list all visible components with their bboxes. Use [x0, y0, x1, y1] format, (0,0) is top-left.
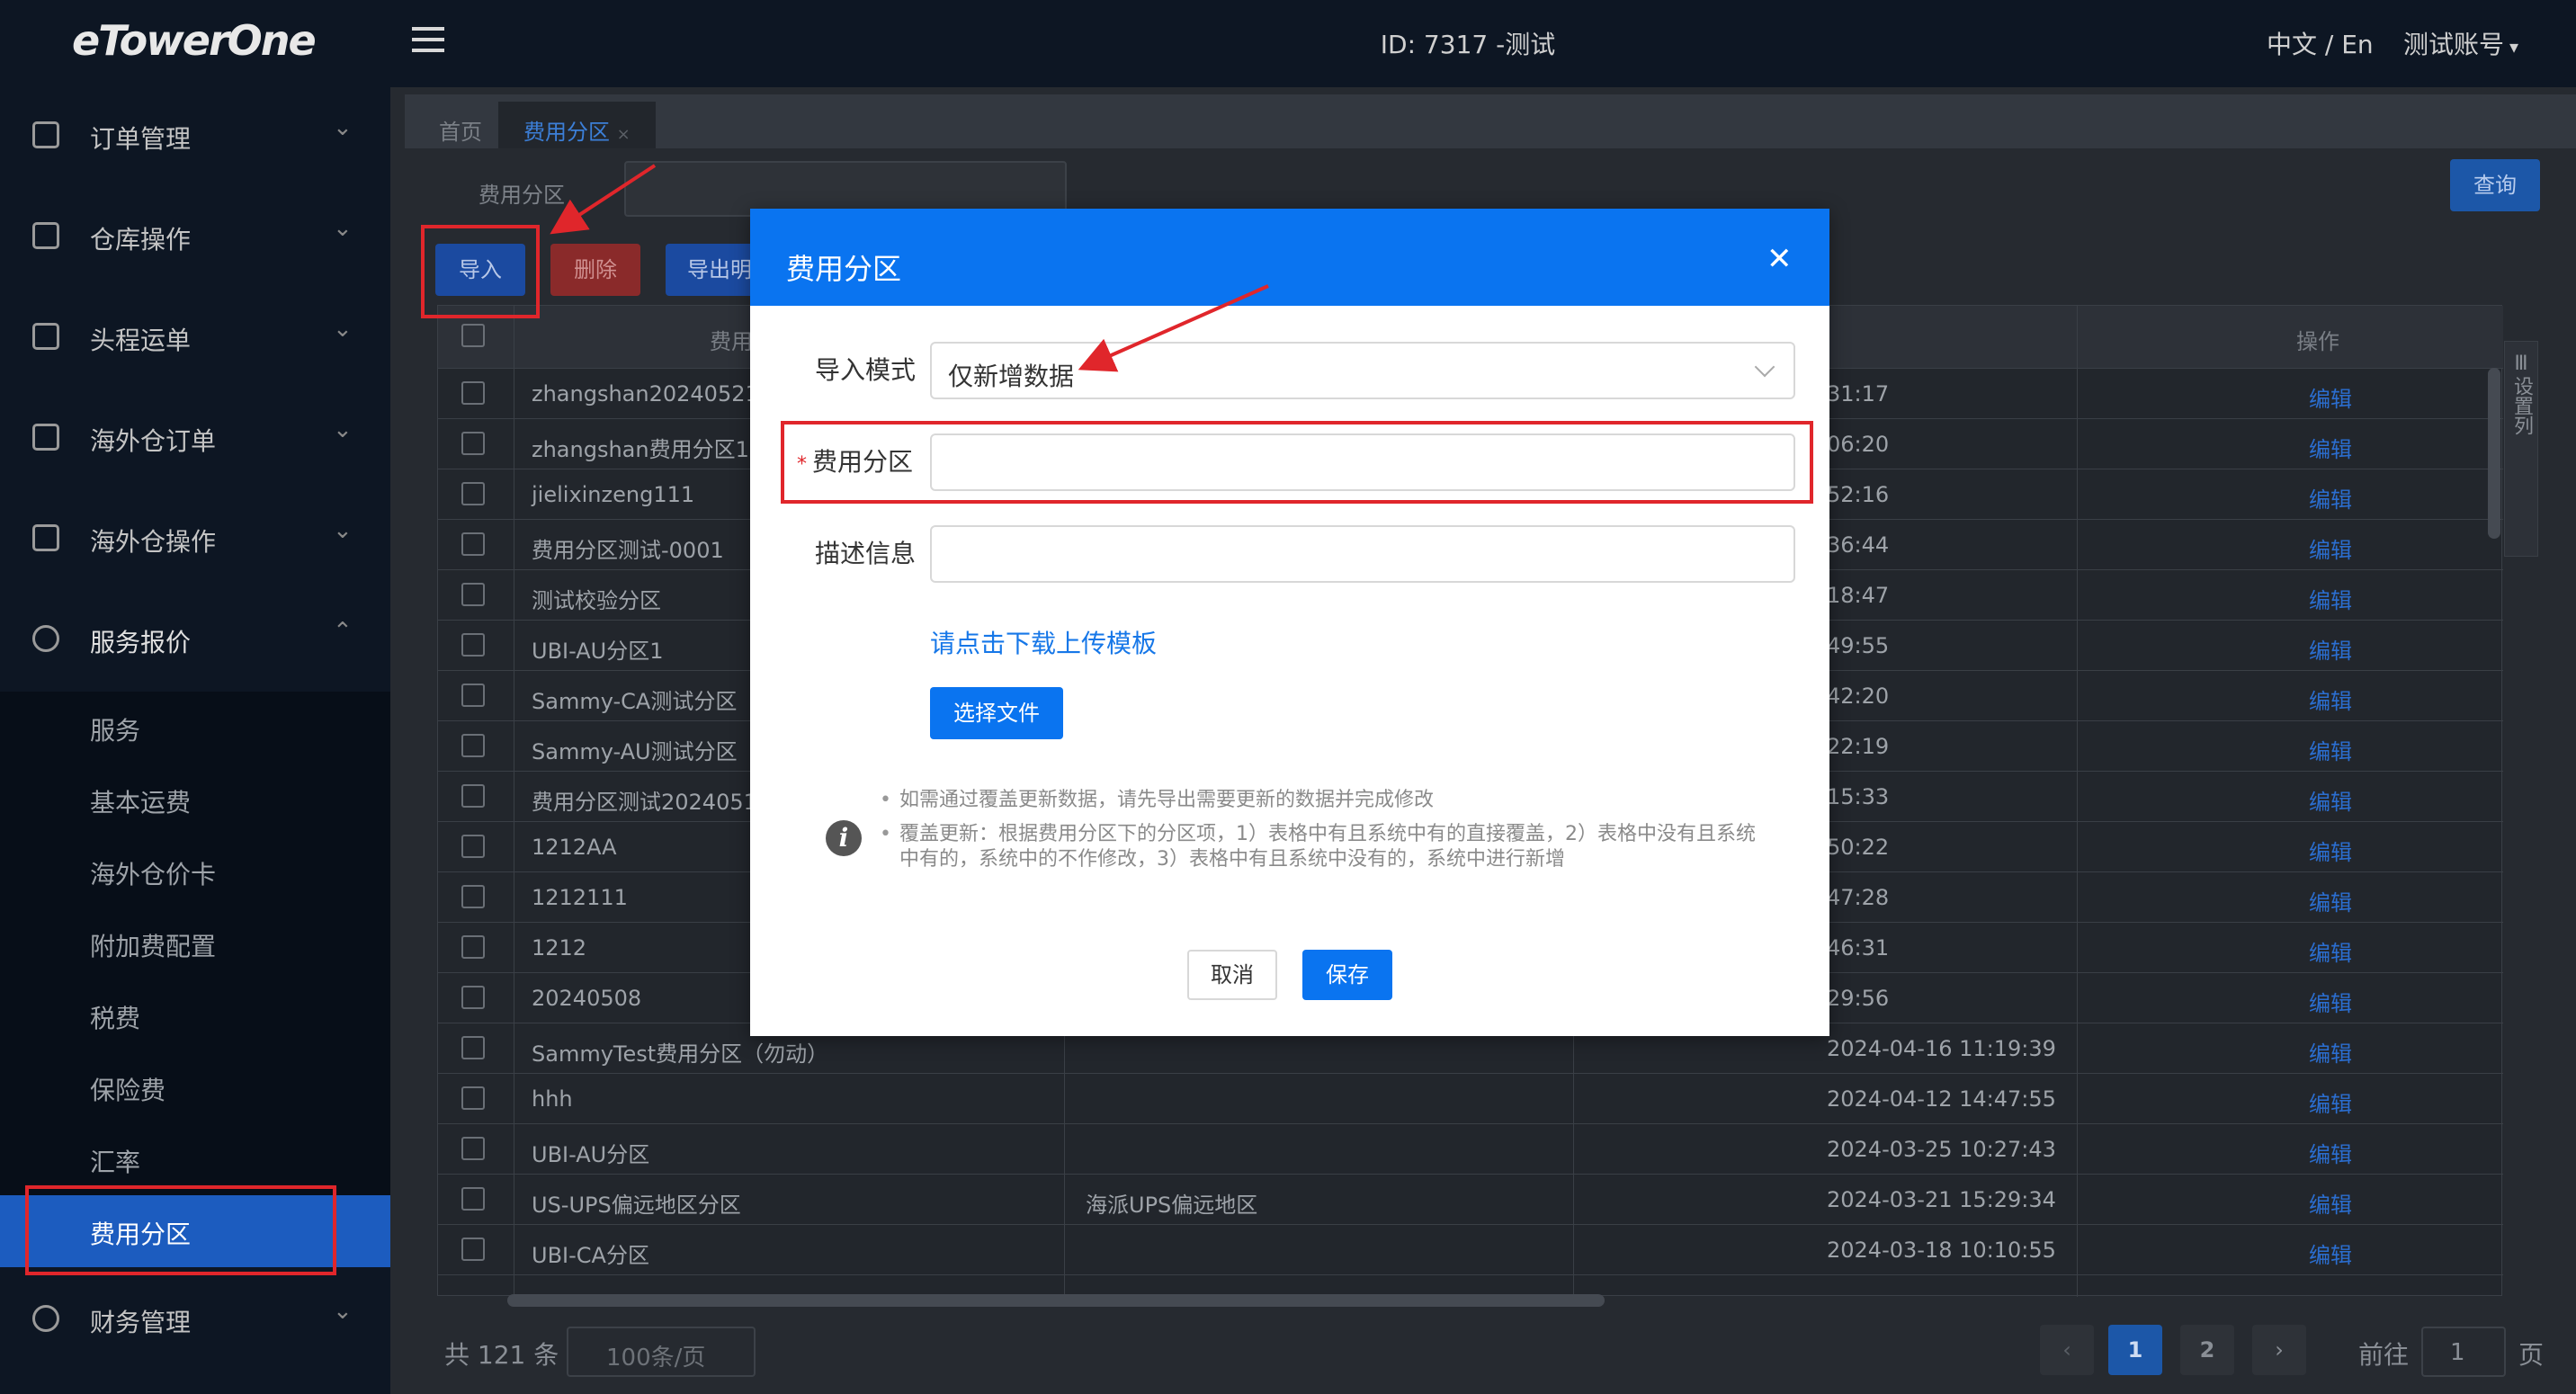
annotation-arrow — [550, 164, 657, 235]
annotation-arrow — [1078, 284, 1269, 372]
annotation-arrows — [550, 164, 1269, 372]
page: eTowerOne ID: 7317 -测试 中文 / En 测试账号 ▾ 订单管… — [0, 0, 2576, 1394]
